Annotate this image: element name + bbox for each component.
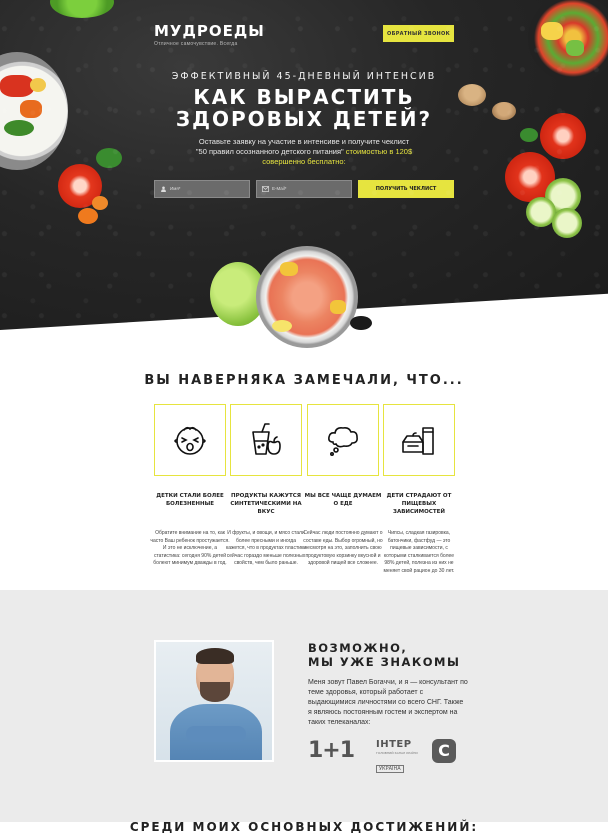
fast-food-icon [402, 427, 434, 455]
carrot-decoration [78, 208, 98, 224]
crying-child-icon [174, 426, 206, 455]
hero-subtitle: Оставьте заявку на участие в интенсиве и… [0, 137, 608, 167]
thought-cloud-icon [328, 427, 358, 456]
hero-title: КАК ВЫРАСТИТЬ ЗДОРОВЫХ ДЕТЕЙ? [0, 86, 608, 130]
card-title: МЫ ВСЕ ЧАЩЕ ДУМАЕМ О ЕДЕ [304, 493, 382, 507]
hero-sub-line2: "50 правил осознанного детского питания" [195, 147, 344, 156]
tv-logo-stb: С [432, 739, 456, 763]
tv-inter-slogan: ГОЛОВНИЙ КАНАЛ КРАЇНИ [376, 751, 418, 755]
name-field-placeholder: Имя* [170, 186, 181, 191]
hero-sub-price: стоимостью в 120$ [343, 147, 413, 156]
hero-title-line1: КАК ВЫРАСТИТЬ [193, 85, 415, 109]
juice-apple-icon [252, 423, 281, 455]
card-icon-box [307, 404, 379, 476]
about-title: ВОЗМОЖНО, МЫ УЖЕ ЗНАКОМЫ [308, 641, 488, 669]
greens-decoration [50, 0, 114, 18]
logo-name: МУДРОЕДЫ [154, 22, 265, 40]
tv-inter-country: УКРАЇНА [376, 765, 404, 773]
card-title: ДЕТКИ СТАЛИ БОЛЕЕ БОЛЕЗНЕННЫЕ [156, 493, 224, 507]
photo-arms [186, 726, 246, 742]
tv-logo-1plus1: 1+1 [308, 738, 355, 763]
tv-inter-name: ІНТЕР [376, 739, 412, 750]
tv-logo-inter: ІНТЕР ГОЛОВНИЙ КАНАЛ КРАЇНИ УКРАЇНА [376, 739, 430, 774]
herb-decoration [566, 40, 584, 56]
callback-button[interactable]: ОБРАТНЫЙ ЗВОНОК [383, 25, 454, 42]
carrot-decoration [92, 196, 108, 210]
pepper-decoration [541, 22, 563, 40]
lemon-decoration [272, 320, 292, 332]
card-text: И фрукты, и овощи, и мясо стали более пр… [226, 530, 307, 566]
user-icon [161, 186, 166, 192]
author-photo [154, 640, 274, 762]
mail-icon [262, 186, 269, 192]
card-text: Сейчас люди постоянно думают о составе е… [303, 530, 383, 566]
hero-sub-free: совершенно бесплатно: [262, 157, 346, 166]
card-text: Обратите внимание на то, как часто Ваш р… [150, 530, 230, 566]
mussel-decoration [350, 316, 372, 330]
email-field-placeholder: E-Mail* [272, 186, 287, 191]
logo-tagline: Отличное самочувствие. Всегда [154, 41, 238, 47]
name-field[interactable]: Имя* [154, 180, 250, 198]
photo-hair [196, 648, 234, 664]
about-text: Меня зовут Павел Богаччи, и я — консульт… [308, 679, 468, 726]
logo[interactable]: МУДРОЕДЫ Отличное самочувствие. Всегда [154, 22, 265, 47]
about-title-line1: ВОЗМОЖНО, [308, 641, 408, 655]
tv-channel-logos: 1+1 ІНТЕР ГОЛОВНИЙ КАНАЛ КРАЇНИ УКРАЇНА … [308, 738, 458, 773]
photo-beard [200, 682, 230, 702]
card-text: Чипсы, сладкая газировка, батончики, фас… [383, 530, 455, 574]
achievements-title: СРЕДИ МОИХ ОСНОВНЫХ ДОСТИЖЕНИЙ: [129, 820, 479, 834]
cucumber-image [552, 208, 582, 238]
card-title: ДЕТИ СТРАДАЮТ ОТ ПИЩЕВЫХ ЗАВИСИМОСТЕЙ [386, 493, 452, 515]
about-section [0, 590, 608, 822]
card-title: ПРОДУКТЫ КАЖУТСЯ СИНТЕТИЧЕСКИМИ НА ВКУС [230, 493, 302, 515]
hero-title-line2: ЗДОРОВЫХ ДЕТЕЙ? [175, 107, 433, 131]
get-checklist-button[interactable]: ПОЛУЧИТЬ ЧЕКЛИСТ [358, 180, 454, 198]
hero-sub-line1: Оставьте заявку на участие в интенсиве и… [198, 137, 410, 146]
card-icon-box [230, 404, 302, 476]
corn-decoration [280, 262, 298, 276]
lead-form: Имя* E-Mail* ПОЛУЧИТЬ ЧЕКЛИСТ [154, 180, 454, 198]
shrimp-plate-image [256, 246, 358, 348]
email-field[interactable]: E-Mail* [256, 180, 352, 198]
about-title-line2: МЫ УЖЕ ЗНАКОМЫ [308, 655, 461, 669]
card-icon-box [154, 404, 226, 476]
card-icon-box [383, 404, 455, 476]
hero-kicker: ЭФФЕКТИВНЫЙ 45-ДНЕВНЫЙ ИНТЕНСИВ [171, 71, 437, 82]
corn-decoration [330, 300, 346, 314]
noticed-title: ВЫ НАВЕРНЯКА ЗАМЕЧАЛИ, ЧТО... [144, 373, 464, 388]
